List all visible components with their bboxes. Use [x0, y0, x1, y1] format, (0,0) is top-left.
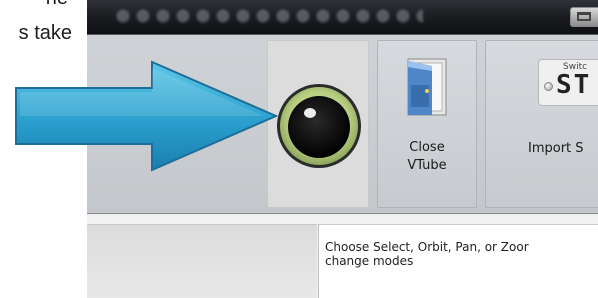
eye-icon — [268, 75, 370, 175]
switch-logo-big-text: ST — [556, 70, 592, 100]
import-button-label: Import S — [528, 141, 584, 156]
import-switch-button[interactable]: Switc ST Import S — [485, 40, 598, 208]
title-bar — [87, 0, 598, 35]
door-exit-icon — [402, 57, 452, 121]
close-vtube-button[interactable]: Close VTube — [377, 40, 477, 208]
title-bar-blurred-text — [113, 6, 423, 26]
left-panel — [87, 224, 317, 298]
help-text: Choose Select, Orbit, Pan, or Zoor chang… — [325, 240, 598, 268]
document-text-line-2: s take — [18, 22, 72, 44]
close-button-label-line-2: VTube — [407, 158, 447, 173]
restore-window-button[interactable] — [570, 7, 598, 27]
document-text-line-1: he — [0, 0, 68, 14]
help-text-line-2: change modes — [325, 254, 414, 268]
help-text-line-1: Choose Select, Orbit, Pan, or Zoor — [325, 240, 529, 254]
switch-logo-icon: Switc ST — [538, 59, 598, 106]
close-button-label-line-1: Close — [409, 140, 445, 155]
view-mode-button[interactable] — [267, 40, 369, 208]
switch-dot-icon — [544, 82, 553, 91]
blue-arrow-icon — [14, 60, 282, 176]
help-panel: Choose Select, Orbit, Pan, or Zoor chang… — [318, 224, 598, 298]
lower-area: Choose Select, Orbit, Pan, or Zoor chang… — [87, 214, 598, 298]
